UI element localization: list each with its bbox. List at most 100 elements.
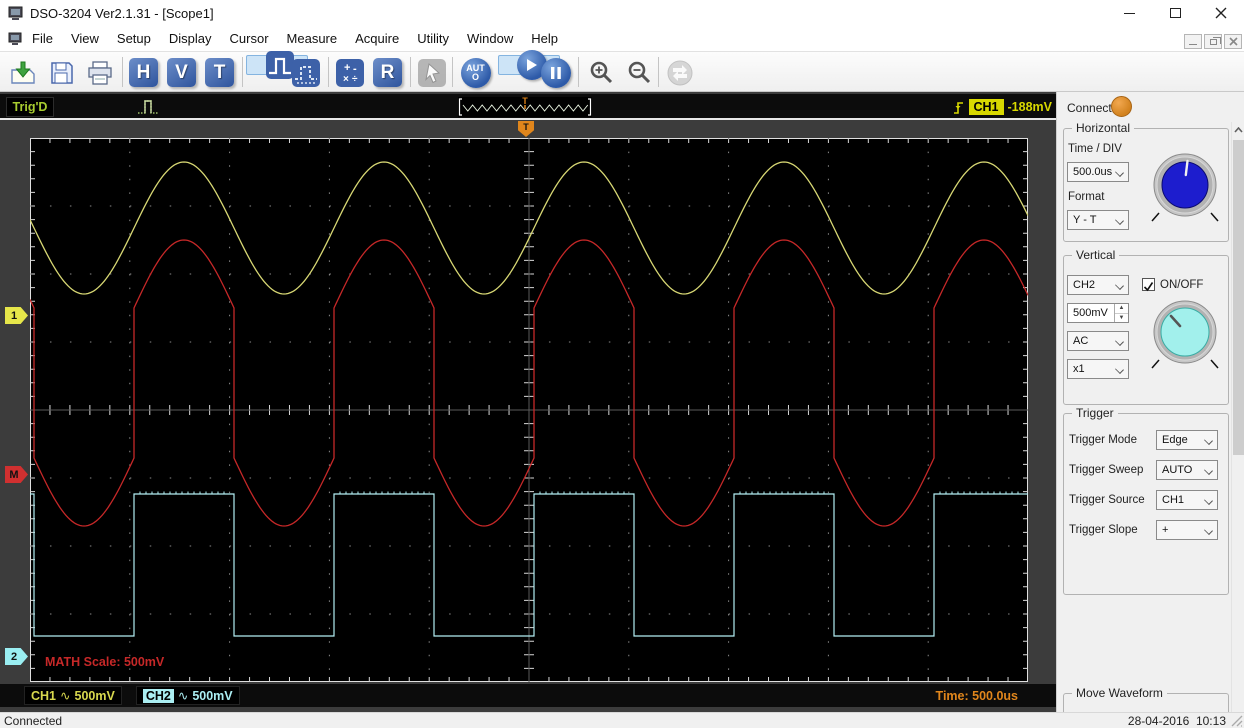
time-div-select[interactable]: 500.0us <box>1067 162 1129 182</box>
menu-utility[interactable]: Utility <box>408 27 458 50</box>
menu-view[interactable]: View <box>62 27 108 50</box>
menu-help[interactable]: Help <box>522 27 567 50</box>
volt-scale-knob[interactable] <box>1149 296 1221 376</box>
menu-file[interactable]: File <box>23 27 62 50</box>
open-icon <box>10 60 38 86</box>
vertical-setup-button[interactable]: V <box>164 55 199 90</box>
svg-text:÷: ÷ <box>352 74 358 85</box>
channel-onoff-checkbox[interactable] <box>1142 278 1155 291</box>
chevron-down-icon <box>1205 497 1212 504</box>
trigger-slope-label: Trigger Slope <box>1069 524 1138 536</box>
math-icon: + - × ÷ <box>335 58 365 88</box>
print-button[interactable] <box>82 55 117 90</box>
horizontal-setup-button[interactable]: H <box>126 55 161 90</box>
chevron-down-icon <box>1116 217 1123 224</box>
application-window: DSO-3204 Ver2.1.31 - [Scope1] File View … <box>0 0 1244 728</box>
volt-scale-spinner[interactable]: 500mV ▲▼ <box>1067 303 1129 323</box>
menu-window[interactable]: Window <box>458 27 522 50</box>
menu-setup[interactable]: Setup <box>108 27 160 50</box>
datetime-readout: 28-04-2016 10:13 <box>1128 714 1226 728</box>
horizontal-group: Horizontal Time / DIV 500.0us Format Y -… <box>1063 128 1229 242</box>
math-button[interactable]: + - × ÷ <box>332 55 367 90</box>
save-button[interactable] <box>44 55 79 90</box>
probe-select[interactable]: x1 <box>1067 359 1129 379</box>
spin-up-icon[interactable]: ▲ <box>1115 304 1128 314</box>
child-close-button[interactable] <box>1224 34 1242 49</box>
minimize-icon <box>1124 13 1135 14</box>
chevron-up-icon <box>1234 127 1243 133</box>
chevron-down-icon <box>1116 338 1123 345</box>
trigger-mode-label: Trigger Mode <box>1069 434 1137 446</box>
connection-status: Connected <box>4 714 62 728</box>
trigger-source-select[interactable]: CH1 <box>1156 490 1218 510</box>
status-bar: Connected 28-04-2016 10:13 <box>0 712 1244 728</box>
menu-acquire[interactable]: Acquire <box>346 27 408 50</box>
trigger-channel-badge: CH1 <box>969 99 1004 115</box>
scrollbar-up-button[interactable] <box>1232 122 1244 138</box>
window-title: DSO-3204 Ver2.1.31 - [Scope1] <box>30 6 214 21</box>
ch1-scale-readout[interactable]: CH1 ∿ 500mV <box>24 686 122 705</box>
zoom-out-icon <box>627 60 653 86</box>
toolbar-separator <box>242 57 243 87</box>
resize-grip[interactable] <box>1230 714 1243 727</box>
trigger-mode-select[interactable]: Edge <box>1156 430 1218 450</box>
toolbar-separator <box>328 57 329 87</box>
transfer-button[interactable] <box>662 55 697 90</box>
trigger-setup-button[interactable]: T <box>202 55 237 90</box>
chevron-down-icon <box>1116 366 1123 373</box>
ch1-position-marker[interactable]: 1 <box>5 307 28 324</box>
ch2-coupling-icon: ∿ <box>178 688 188 703</box>
trigger-info: CH1 -188mV <box>952 97 1053 117</box>
ch1-scale-value: 500mV <box>75 689 115 703</box>
channel-select[interactable]: CH2 <box>1067 275 1129 295</box>
zoom-out-button[interactable] <box>622 55 657 90</box>
child-restore-icon <box>1210 39 1217 45</box>
child-minimize-button[interactable] <box>1184 34 1202 49</box>
vertical-setup-icon: V <box>167 58 196 87</box>
svg-text:+: + <box>344 62 350 74</box>
trigger-slope-select[interactable]: + <box>1156 520 1218 540</box>
menu-bar: File View Setup Display Cursor Measure A… <box>0 26 1244 52</box>
reference-button[interactable]: R <box>370 55 405 90</box>
menu-display[interactable]: Display <box>160 27 221 50</box>
trigger-group-title: Trigger <box>1072 406 1118 420</box>
cursor-measure-button[interactable] <box>414 55 449 90</box>
trigger-sweep-select[interactable]: AUTO <box>1156 460 1218 480</box>
trigger-sweep-label: Trigger Sweep <box>1069 464 1143 476</box>
print-icon <box>86 60 114 86</box>
save-icon <box>49 60 75 86</box>
maximize-button[interactable] <box>1152 0 1198 26</box>
zoom-in-icon <box>589 60 615 86</box>
toolbar-separator <box>658 57 659 87</box>
ch2-label: CH2 <box>143 689 174 703</box>
app-icon <box>8 6 24 21</box>
chevron-down-icon <box>1116 169 1123 176</box>
zoom-in-button[interactable] <box>584 55 619 90</box>
spin-down-icon[interactable]: ▼ <box>1115 314 1128 323</box>
waveform-position-preview[interactable]: T <box>458 97 592 117</box>
preview-trigger-marker: T <box>458 97 592 105</box>
coupling-select[interactable]: AC <box>1067 331 1129 351</box>
menu-cursor[interactable]: Cursor <box>221 27 278 50</box>
spinner-buttons[interactable]: ▲▼ <box>1114 304 1128 322</box>
open-button[interactable] <box>6 55 41 90</box>
pause-button[interactable] <box>538 55 573 90</box>
control-panel: Connect: Horizontal Time / DIV 500.0us F… <box>1056 92 1244 712</box>
ch2-position-marker[interactable]: 2 <box>5 648 28 665</box>
persistence-display-button[interactable] <box>288 55 323 90</box>
autoset-button[interactable]: AUTO <box>458 55 493 90</box>
math-position-marker[interactable]: M <box>5 466 28 483</box>
format-select[interactable]: Y - T <box>1067 210 1129 230</box>
minimize-button[interactable] <box>1106 0 1152 26</box>
trigger-position-marker[interactable]: T <box>518 121 534 137</box>
trigger-status-badge: Trig'D <box>6 97 54 117</box>
child-restore-button[interactable] <box>1204 34 1222 49</box>
close-button[interactable] <box>1198 0 1244 26</box>
menu-measure[interactable]: Measure <box>278 27 347 50</box>
timebase-knob[interactable] <box>1149 151 1221 229</box>
panel-scrollbar[interactable] <box>1231 122 1244 712</box>
ch2-scale-readout[interactable]: CH2 ∿ 500mV <box>136 686 240 705</box>
check-icon <box>1143 281 1154 292</box>
chevron-down-icon <box>1205 467 1212 474</box>
scrollbar-thumb[interactable] <box>1233 140 1244 455</box>
